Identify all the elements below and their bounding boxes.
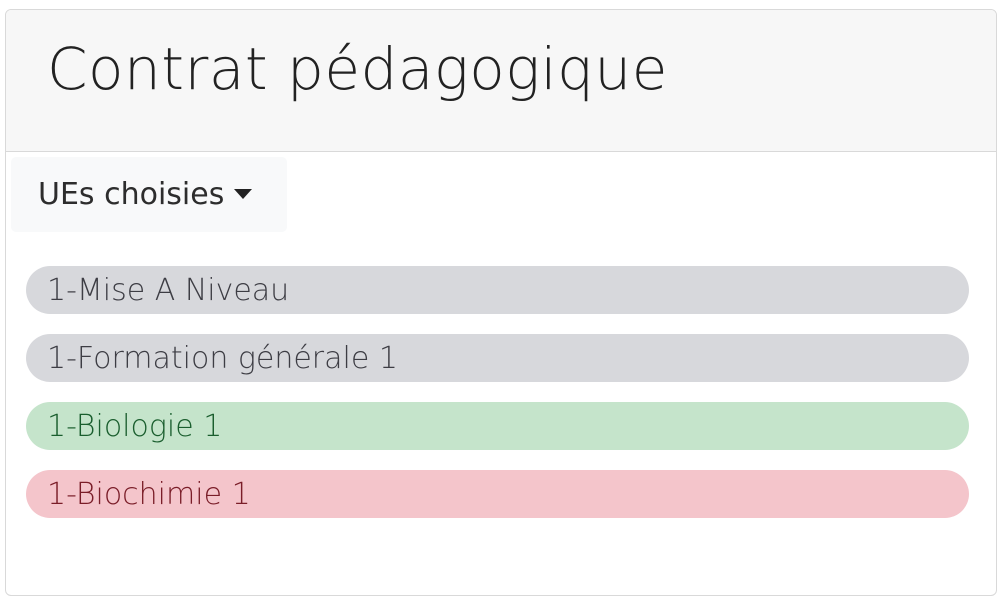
contract-card: Contrat pédagogique UEs choisies 1-Mise … bbox=[5, 9, 997, 596]
ues-choisies-dropdown-button[interactable]: UEs choisies bbox=[11, 157, 287, 232]
list-item-ue-biologie: 1-Biologie 1 bbox=[26, 402, 969, 450]
list-item-ue-biochimie: 1-Biochimie 1 bbox=[26, 470, 969, 518]
card-header: Contrat pédagogique bbox=[6, 10, 996, 152]
list-item-label: 1-Biochimie 1 bbox=[47, 476, 251, 512]
page-title: Contrat pédagogique bbox=[47, 35, 668, 103]
list-item-label: 1-Biologie 1 bbox=[47, 408, 223, 444]
caret-down-icon bbox=[234, 188, 253, 199]
list-item-ue-mise-a-niveau: 1-Mise A Niveau bbox=[26, 266, 969, 314]
list-item-ue-formation-generale: 1-Formation générale 1 bbox=[26, 334, 969, 382]
ue-list: 1-Mise A Niveau 1-Formation générale 1 1… bbox=[26, 266, 969, 538]
list-item-label: 1-Mise A Niveau bbox=[47, 272, 290, 308]
list-item-label: 1-Formation générale 1 bbox=[47, 340, 398, 376]
dropdown-label: UEs choisies bbox=[38, 177, 225, 212]
